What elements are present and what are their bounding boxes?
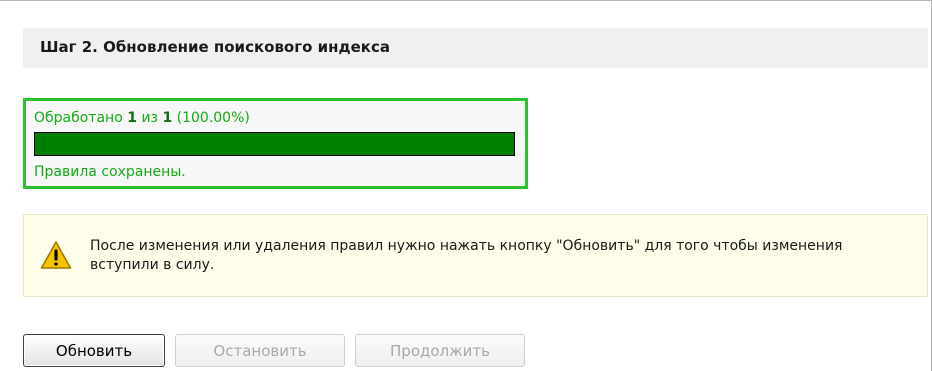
progress-processed-count: 1 (127, 110, 137, 126)
update-button[interactable]: Обновить (23, 334, 165, 367)
progress-text: Обработано 1 из 1 (100.00%) (34, 110, 250, 126)
step-title: Шаг 2. Обновление поискового индекса (40, 38, 390, 56)
continue-button[interactable]: Продолжить (355, 334, 525, 367)
progress-panel: Обработано 1 из 1 (100.00%) Правила сохр… (23, 98, 528, 189)
progress-percent: (100.00%) (176, 110, 250, 126)
stop-button[interactable]: Остановить (175, 334, 345, 367)
progress-bar (34, 132, 515, 156)
notice-box: После изменения или удаления правил нужн… (23, 214, 928, 297)
action-buttons: Обновить Остановить Продолжить (23, 334, 525, 368)
warning-icon (40, 241, 72, 269)
progress-label-prefix: Обработано (34, 110, 123, 126)
status-message: Правила сохранены. (34, 164, 186, 180)
progress-label-of: из (141, 110, 158, 126)
progress-total-count: 1 (162, 110, 173, 126)
step-header: Шаг 2. Обновление поискового индекса (23, 28, 928, 68)
notice-text: После изменения или удаления правил нужн… (90, 238, 843, 273)
progress-bar-fill (35, 133, 514, 155)
